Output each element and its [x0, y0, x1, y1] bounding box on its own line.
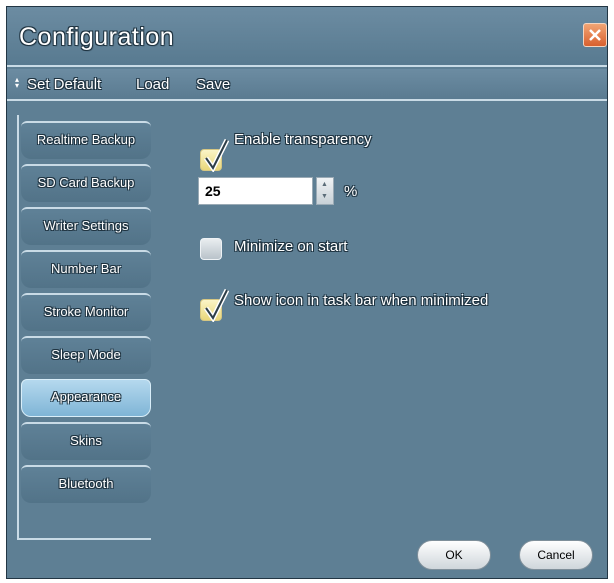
minimize-on-start-checkbox[interactable] [200, 238, 222, 260]
sidebar-item-number-bar[interactable]: Number Bar [21, 250, 151, 288]
enable-transparency-checkbox[interactable] [200, 138, 229, 172]
close-button[interactable] [583, 23, 607, 47]
show-icon-checkbox[interactable] [200, 288, 229, 322]
sidebar: Realtime Backup SD Card Backup Writer Se… [17, 115, 151, 538]
show-icon-label: Show icon in task bar when minimized [234, 292, 489, 309]
spin-up-icon[interactable]: ▲ [321, 181, 328, 188]
enable-transparency-label: Enable transparency [234, 131, 372, 148]
checkmark-icon [203, 138, 229, 172]
transparency-input[interactable] [198, 177, 313, 205]
sidebar-item-bluetooth[interactable]: Bluetooth [21, 465, 151, 503]
transparency-spinner[interactable]: ▲ ▼ [316, 177, 334, 205]
close-icon [589, 29, 601, 41]
percent-label: % [344, 183, 358, 200]
sidebar-item-sleep-mode[interactable]: Sleep Mode [21, 336, 151, 374]
menu-set-default[interactable]: Set Default [27, 76, 101, 93]
configuration-window: Configuration ▴ ▾ Set Default Load Save R… [6, 6, 608, 579]
checkmark-icon [203, 288, 229, 322]
sidebar-item-realtime-backup[interactable]: Realtime Backup [21, 121, 151, 159]
title-bar: Configuration [7, 7, 607, 67]
sidebar-item-stroke-monitor[interactable]: Stroke Monitor [21, 293, 151, 331]
menu-bar: ▴ ▾ Set Default Load Save [7, 69, 607, 101]
sidebar-divider [17, 538, 151, 540]
sidebar-item-skins[interactable]: Skins [21, 422, 151, 460]
sidebar-item-sd-card-backup[interactable]: SD Card Backup [21, 164, 151, 202]
menu-save[interactable]: Save [196, 76, 230, 93]
menu-load[interactable]: Load [136, 76, 169, 93]
window-title: Configuration [19, 23, 175, 51]
ok-button[interactable]: OK [417, 540, 491, 570]
spin-down-icon[interactable]: ▼ [321, 193, 328, 200]
minimize-on-start-label: Minimize on start [234, 238, 348, 255]
sidebar-item-appearance[interactable]: Appearance [21, 379, 151, 417]
sidebar-item-writer-settings[interactable]: Writer Settings [21, 207, 151, 245]
cancel-button[interactable]: Cancel [519, 540, 593, 570]
grip-icon: ▴ ▾ [15, 75, 20, 90]
